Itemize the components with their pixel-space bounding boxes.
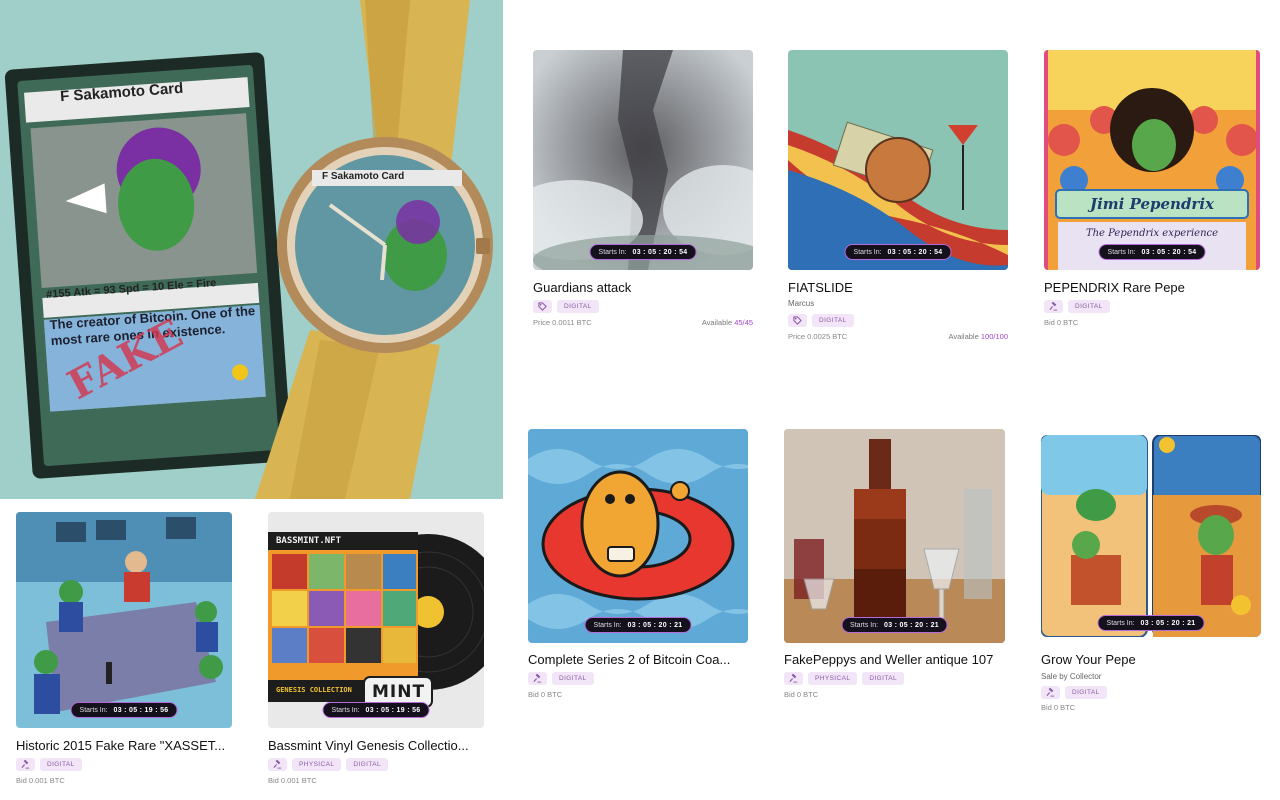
tag-digital: DIGITAL: [1068, 300, 1110, 313]
item-price: Price 0.0011 BTC: [533, 318, 592, 327]
item-card[interactable]: Starts In: 03 : 05 : 20 : 54 FIATSLIDE Ma…: [788, 50, 1008, 350]
tag-digital: DIGITAL: [557, 300, 599, 313]
countdown-timer: Starts In: 03 : 05 : 20 : 21: [584, 617, 692, 633]
item-title[interactable]: FakePeppys and Weller antique 107: [784, 652, 1005, 667]
tag-icon: [533, 300, 552, 313]
fiat-slide-art: [788, 50, 1008, 270]
item-price: Bid 0 BTC: [528, 690, 563, 699]
item-price: Price 0.0025 BTC: [788, 332, 848, 341]
item-thumbnail[interactable]: Starts In: 03 : 05 : 20 : 54: [788, 50, 1008, 270]
item-tags: PHYSICAL DIGITAL: [268, 758, 388, 771]
item-tags: DIGITAL: [16, 758, 82, 771]
hero-photo-art: [0, 0, 503, 499]
item-thumbnail[interactable]: Starts In: 03 : 05 : 20 : 21: [784, 429, 1005, 643]
tag-digital: DIGITAL: [1065, 686, 1107, 699]
item-card[interactable]: Starts In: 03 : 05 : 20 : 54 Guardians at…: [533, 50, 753, 340]
bitcoin-float-art: [528, 429, 748, 643]
hero-watch-label: F Sakamoto Card: [322, 171, 405, 182]
item-availability: Available 45/45: [701, 318, 753, 327]
item-creator[interactable]: Sale by Collector: [1041, 672, 1101, 681]
countdown-timer: Starts In: 03 : 05 : 19 : 56: [70, 702, 178, 718]
tag-digital: DIGITAL: [862, 672, 904, 685]
countdown-timer: Starts In: 03 : 05 : 20 : 21: [841, 617, 948, 633]
hero-photo[interactable]: F Sakamoto Card #155 Atk = 93 Spd = 10 E…: [0, 0, 503, 499]
gavel-icon: [16, 758, 35, 771]
art-footer-text: GENESIS COLLECTION: [276, 686, 352, 694]
item-thumbnail[interactable]: Starts In: 03 : 05 : 20 : 54: [533, 50, 753, 270]
tag-physical: PHYSICAL: [292, 758, 342, 771]
art-header-text: BASSMINT.NFT: [276, 536, 342, 546]
item-title[interactable]: Grow Your Pepe: [1041, 652, 1261, 667]
item-creator[interactable]: Marcus: [788, 299, 814, 308]
item-price: Bid 0 BTC: [1044, 318, 1079, 327]
item-price: Bid 0.001 BTC: [16, 776, 65, 785]
gavel-icon: [268, 758, 287, 771]
gavel-icon: [784, 672, 803, 685]
item-card[interactable]: Starts In: 03 : 05 : 19 : 56 Historic 201…: [16, 512, 232, 792]
item-price: Bid 0 BTC: [1041, 703, 1076, 712]
tag-digital: DIGITAL: [812, 314, 854, 327]
item-thumbnail[interactable]: Starts In: 03 : 05 : 20 : 21: [528, 429, 748, 643]
item-card[interactable]: Starts In: 03 : 05 : 20 : 21 FakePeppys a…: [784, 429, 1005, 709]
item-thumbnail[interactable]: Starts In: 03 : 05 : 20 : 21: [1041, 435, 1261, 637]
countdown-timer: Starts In: 03 : 05 : 20 : 54: [844, 244, 952, 260]
storm-art: [533, 50, 753, 270]
gavel-icon: [1041, 686, 1060, 699]
item-card[interactable]: Starts In: 03 : 05 : 20 : 21 Complete Ser…: [528, 429, 748, 709]
item-card[interactable]: BASSMINT.NFT GENESIS COLLECTION MINT Sta…: [268, 512, 484, 792]
item-tags: PHYSICAL DIGITAL: [784, 672, 904, 685]
item-thumbnail[interactable]: Jimi Pependrix The Pependrix experience …: [1044, 50, 1260, 270]
item-title[interactable]: PEPENDRIX Rare Pepe: [1044, 280, 1260, 295]
item-availability: Available 100/100: [948, 332, 1008, 341]
item-title[interactable]: Historic 2015 Fake Rare "XASSET...: [16, 738, 232, 753]
countdown-timer: Starts In: 03 : 05 : 20 : 21: [1097, 615, 1205, 631]
item-price: Bid 0.001 BTC: [268, 776, 317, 785]
countdown-timer: Starts In: 03 : 05 : 20 : 54: [589, 244, 697, 260]
item-tags: DIGITAL: [1044, 300, 1110, 313]
art-logo-text: MINT: [372, 682, 426, 702]
tag-physical: PHYSICAL: [808, 672, 858, 685]
countdown-timer: Starts In: 03 : 05 : 20 : 54: [1098, 244, 1206, 260]
item-card[interactable]: Jimi Pependrix The Pependrix experience …: [1044, 50, 1260, 340]
item-tags: DIGITAL: [1041, 686, 1107, 699]
boardroom-art: [16, 512, 232, 728]
item-title[interactable]: FIATSLIDE: [788, 280, 1008, 295]
tag-icon: [788, 314, 807, 327]
item-title[interactable]: Complete Series 2 of Bitcoin Coa...: [528, 652, 748, 667]
tag-digital: DIGITAL: [346, 758, 388, 771]
item-thumbnail[interactable]: Starts In: 03 : 05 : 19 : 56: [16, 512, 232, 728]
tag-digital: DIGITAL: [552, 672, 594, 685]
grow-pepe-art: [1041, 435, 1261, 637]
item-card[interactable]: Starts In: 03 : 05 : 20 : 21 Grow Your Pe…: [1041, 435, 1261, 725]
item-thumbnail[interactable]: BASSMINT.NFT GENESIS COLLECTION MINT Sta…: [268, 512, 484, 728]
gavel-icon: [528, 672, 547, 685]
item-title[interactable]: Bassmint Vinyl Genesis Collectio...: [268, 738, 484, 753]
gavel-icon: [1044, 300, 1063, 313]
art-banner-text: Jimi Pependrix: [1090, 195, 1214, 213]
item-price: Bid 0 BTC: [784, 690, 819, 699]
item-title[interactable]: Guardians attack: [533, 280, 753, 295]
item-tags: DIGITAL: [528, 672, 594, 685]
art-caption-text: The Pependrix experience: [1085, 228, 1219, 239]
item-tags: DIGITAL: [533, 300, 599, 313]
item-tags: DIGITAL: [788, 314, 854, 327]
countdown-timer: Starts In: 03 : 05 : 19 : 56: [322, 702, 430, 718]
tag-digital: DIGITAL: [40, 758, 82, 771]
whiskey-bottle-art: [784, 429, 1005, 643]
